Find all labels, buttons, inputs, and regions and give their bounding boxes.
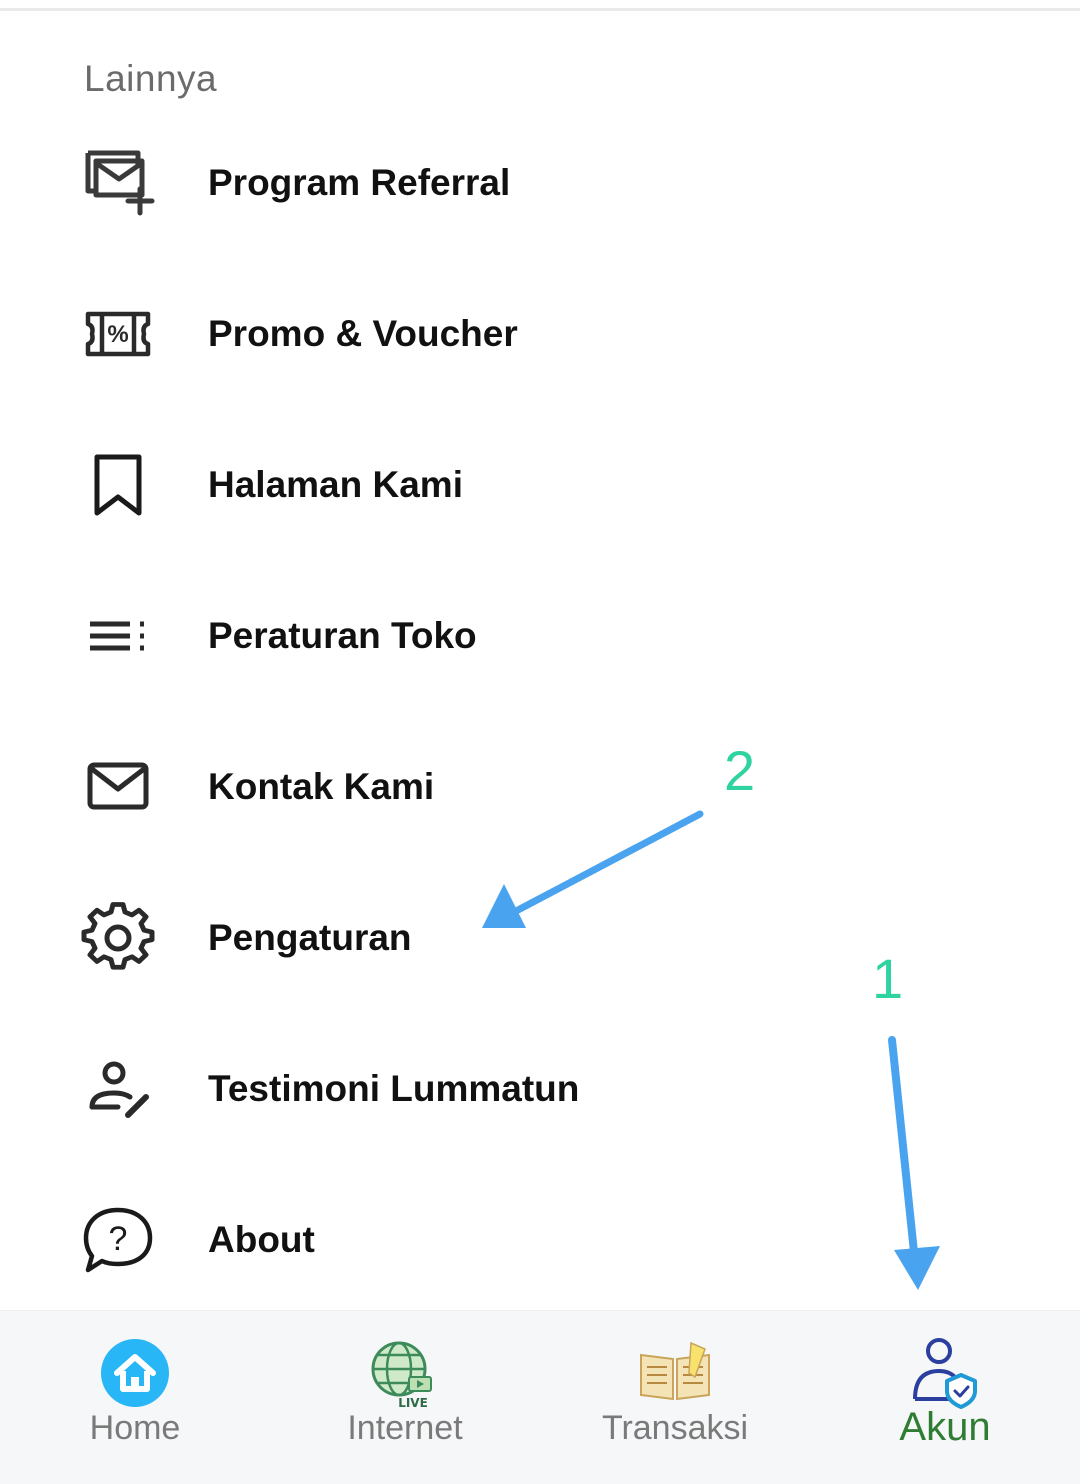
menu-label: Testimoni Lummatun <box>208 1068 580 1109</box>
menu-item-promo-voucher[interactable]: % Promo & Voucher <box>0 259 1080 409</box>
globe-live-icon: LIVE <box>365 1333 445 1413</box>
section-title: Lainnya <box>84 58 218 99</box>
mail-icon <box>80 749 156 825</box>
nav-item-home[interactable]: Home <box>0 1311 270 1484</box>
help-bubble-icon: ? <box>80 1202 156 1278</box>
book-note-icon <box>635 1333 715 1413</box>
nav-label: Home <box>89 1409 181 1447</box>
gear-icon <box>80 900 156 976</box>
bottom-navigation: Home LIVE Internet Transaksi Akun <box>0 1310 1080 1484</box>
menu-item-testimoni[interactable]: Testimoni Lummatun <box>0 1014 1080 1164</box>
bookmark-icon <box>80 447 156 523</box>
annotation-step-1: 1 <box>872 947 904 1010</box>
nav-item-transaksi[interactable]: Transaksi <box>540 1311 810 1484</box>
nav-label: Internet <box>347 1409 463 1447</box>
menu-label: Promo & Voucher <box>208 313 518 354</box>
nav-label: Transaksi <box>601 1409 749 1447</box>
list-rules-icon <box>80 598 156 674</box>
top-divider <box>0 8 1080 11</box>
svg-text:%: % <box>107 321 128 348</box>
live-badge: LIVE <box>398 1396 428 1410</box>
home-icon <box>95 1333 175 1413</box>
menu-label: Peraturan Toko <box>208 615 477 656</box>
menu-item-peraturan-toko[interactable]: Peraturan Toko <box>0 561 1080 711</box>
menu-label: Kontak Kami <box>208 766 435 807</box>
voucher-percent-icon: % <box>80 296 156 372</box>
menu-item-halaman-kami[interactable]: Halaman Kami <box>0 410 1080 560</box>
annotation-step-2: 2 <box>724 739 756 802</box>
nav-item-akun[interactable]: Akun <box>810 1311 1080 1484</box>
menu-label: About <box>208 1219 315 1260</box>
nav-item-internet[interactable]: LIVE Internet <box>270 1311 540 1484</box>
menu-label: Pengaturan <box>208 917 412 958</box>
menu-label: Halaman Kami <box>208 464 463 505</box>
nav-label: Akun <box>899 1405 991 1449</box>
menu-label: Program Referral <box>208 162 511 203</box>
menu-item-about[interactable]: ? About <box>0 1165 1080 1315</box>
menu-item-pengaturan[interactable]: Pengaturan <box>0 863 1080 1013</box>
menu-item-program-referral[interactable]: Program Referral <box>0 108 1080 258</box>
user-shield-icon <box>905 1333 985 1413</box>
svg-text:?: ? <box>109 1220 128 1258</box>
menu-item-kontak-kami[interactable]: Kontak Kami <box>0 712 1080 862</box>
referral-mail-plus-icon <box>80 145 156 221</box>
user-edit-icon <box>80 1051 156 1127</box>
screen: Lainnya Program Referral % Promo & Vouch… <box>0 0 1080 1484</box>
